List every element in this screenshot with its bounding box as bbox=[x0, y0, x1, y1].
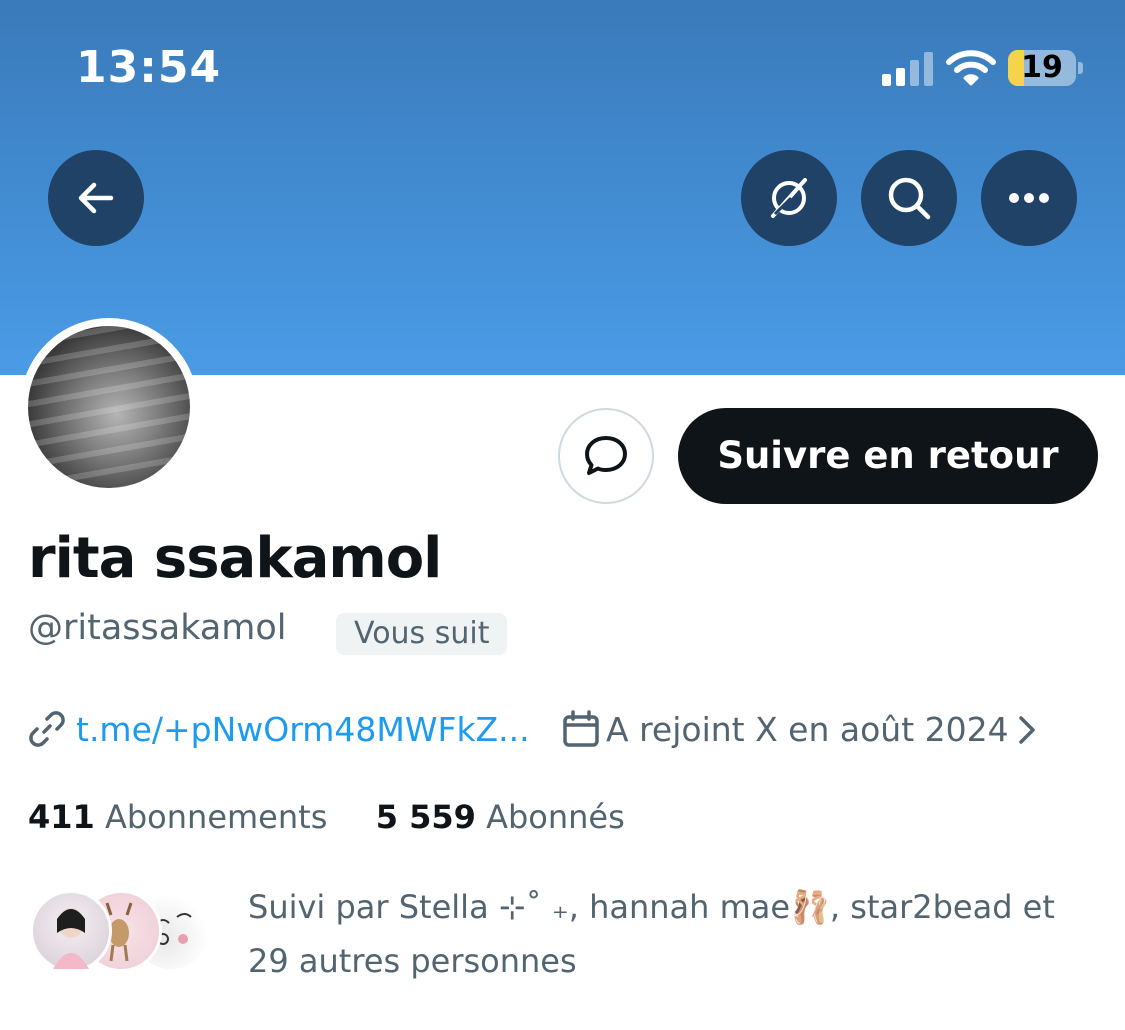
avatar-image bbox=[28, 326, 190, 488]
back-button[interactable] bbox=[48, 150, 144, 246]
follows-you-badge: Vous suit bbox=[336, 613, 508, 655]
profile-link[interactable]: t.me/+pNwOrm48MWFkZ... bbox=[76, 710, 530, 749]
grok-icon bbox=[771, 178, 807, 218]
following-label: Abonnements bbox=[104, 798, 328, 836]
user-handle: @ritassakamol bbox=[28, 608, 287, 648]
avatar[interactable] bbox=[20, 318, 198, 496]
calendar-icon bbox=[563, 710, 599, 747]
display-name: rita ssakamol bbox=[28, 526, 442, 591]
battery-level: 19 bbox=[1021, 50, 1063, 85]
message-button[interactable] bbox=[558, 408, 654, 504]
followed-by-line: Suivi par Stella ⊹˚ ₊, hannah mae🩰, star… bbox=[248, 888, 1055, 926]
grok-button[interactable] bbox=[741, 150, 837, 246]
battery-nub bbox=[1078, 62, 1083, 74]
more-button[interactable] bbox=[981, 150, 1077, 246]
back-arrow-icon bbox=[78, 182, 114, 214]
follow-back-button[interactable]: Suivre en retour bbox=[678, 408, 1098, 504]
search-button[interactable] bbox=[861, 150, 957, 246]
more-icon bbox=[1009, 193, 1049, 203]
follow-stats: 411 Abonnements 5 559 Abonnés bbox=[28, 798, 625, 836]
cellular-signal-icon bbox=[882, 52, 934, 86]
followed-by-line: 29 autres personnes bbox=[248, 942, 577, 980]
following-link[interactable]: 411 Abonnements bbox=[28, 798, 327, 836]
search-icon bbox=[888, 177, 931, 220]
avatar bbox=[30, 890, 112, 972]
following-count: 411 bbox=[28, 798, 95, 836]
followed-by-text[interactable]: Suivi par Stella ⊹˚ ₊, hannah mae🩰, star… bbox=[248, 880, 1088, 988]
profile-meta-row: t.me/+pNwOrm48MWFkZ... A rejoint X en ao… bbox=[28, 706, 1108, 752]
link-icon bbox=[29, 711, 65, 747]
battery-icon: 19 bbox=[1008, 50, 1076, 86]
wifi-icon bbox=[946, 50, 996, 86]
status-time: 13:54 bbox=[76, 42, 222, 93]
chevron-right-icon[interactable] bbox=[1012, 714, 1042, 746]
followers-count: 5 559 bbox=[375, 798, 476, 836]
message-bubble-icon bbox=[585, 436, 627, 475]
mutual-followers-avatars[interactable] bbox=[30, 890, 230, 974]
joined-date[interactable]: A rejoint X en août 2024 bbox=[606, 710, 1009, 749]
followers-label: Abonnés bbox=[486, 798, 625, 836]
followers-link[interactable]: 5 559 Abonnés bbox=[376, 798, 625, 836]
